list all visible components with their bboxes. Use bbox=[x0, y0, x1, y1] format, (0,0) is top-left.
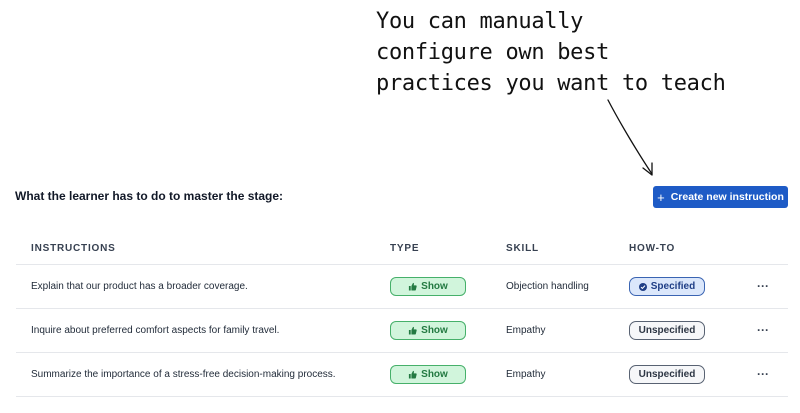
check-circle-icon bbox=[638, 282, 647, 291]
instructions-table: INSTRUCTIONS TYPE SKILL HOW-TO Explain t… bbox=[16, 232, 788, 397]
more-options-icon[interactable]: ··· bbox=[753, 368, 773, 380]
header-skill: SKILL bbox=[506, 242, 539, 254]
annotation-line: You can manually bbox=[376, 9, 584, 34]
header-howto: HOW-TO bbox=[629, 242, 676, 254]
type-label: Show bbox=[421, 325, 448, 336]
howto-label: Unspecified bbox=[638, 325, 696, 336]
instruction-text: Explain that our product has a broader c… bbox=[31, 281, 248, 292]
thumbs-up-icon bbox=[409, 370, 417, 379]
instruction-text: Inquire about preferred comfort aspects … bbox=[31, 325, 280, 336]
type-badge[interactable]: Show bbox=[390, 321, 466, 340]
type-label: Show bbox=[421, 369, 448, 380]
howto-badge-specified[interactable]: Specified bbox=[629, 277, 705, 296]
annotation-line: practices you want to teach bbox=[376, 71, 726, 96]
section-title: What the learner has to do to master the… bbox=[15, 189, 284, 203]
howto-label: Specified bbox=[650, 281, 696, 292]
howto-badge-unspecified[interactable]: Unspecified bbox=[629, 365, 705, 384]
type-label: Show bbox=[421, 281, 448, 292]
annotation-arrow-icon bbox=[607, 99, 653, 176]
header-type: TYPE bbox=[390, 242, 420, 254]
header-instructions: INSTRUCTIONS bbox=[31, 242, 116, 254]
type-badge[interactable]: Show bbox=[390, 277, 466, 296]
howto-label: Unspecified bbox=[638, 369, 696, 380]
table-header: INSTRUCTIONS TYPE SKILL HOW-TO bbox=[16, 232, 788, 265]
skill-text: Empathy bbox=[506, 325, 546, 336]
skill-text: Empathy bbox=[506, 369, 546, 380]
thumbs-up-icon bbox=[409, 282, 417, 291]
annotation-line: configure own best bbox=[376, 40, 610, 65]
annotation-text: You can manually configure own best prac… bbox=[376, 6, 786, 99]
howto-badge-unspecified[interactable]: Unspecified bbox=[629, 321, 705, 340]
thumbs-up-icon bbox=[409, 326, 417, 335]
table-row: Explain that our product has a broader c… bbox=[16, 265, 788, 309]
table-row: Summarize the importance of a stress-fre… bbox=[16, 353, 788, 397]
table-row: Inquire about preferred comfort aspects … bbox=[16, 309, 788, 353]
more-options-icon[interactable]: ··· bbox=[753, 280, 773, 292]
create-new-instruction-button[interactable]: + Create new instruction bbox=[653, 186, 788, 208]
more-options-icon[interactable]: ··· bbox=[753, 324, 773, 336]
instruction-text: Summarize the importance of a stress-fre… bbox=[31, 369, 336, 380]
skill-text: Objection handling bbox=[506, 281, 589, 292]
plus-icon: + bbox=[657, 189, 665, 205]
type-badge[interactable]: Show bbox=[390, 365, 466, 384]
create-button-label: Create new instruction bbox=[670, 191, 784, 203]
